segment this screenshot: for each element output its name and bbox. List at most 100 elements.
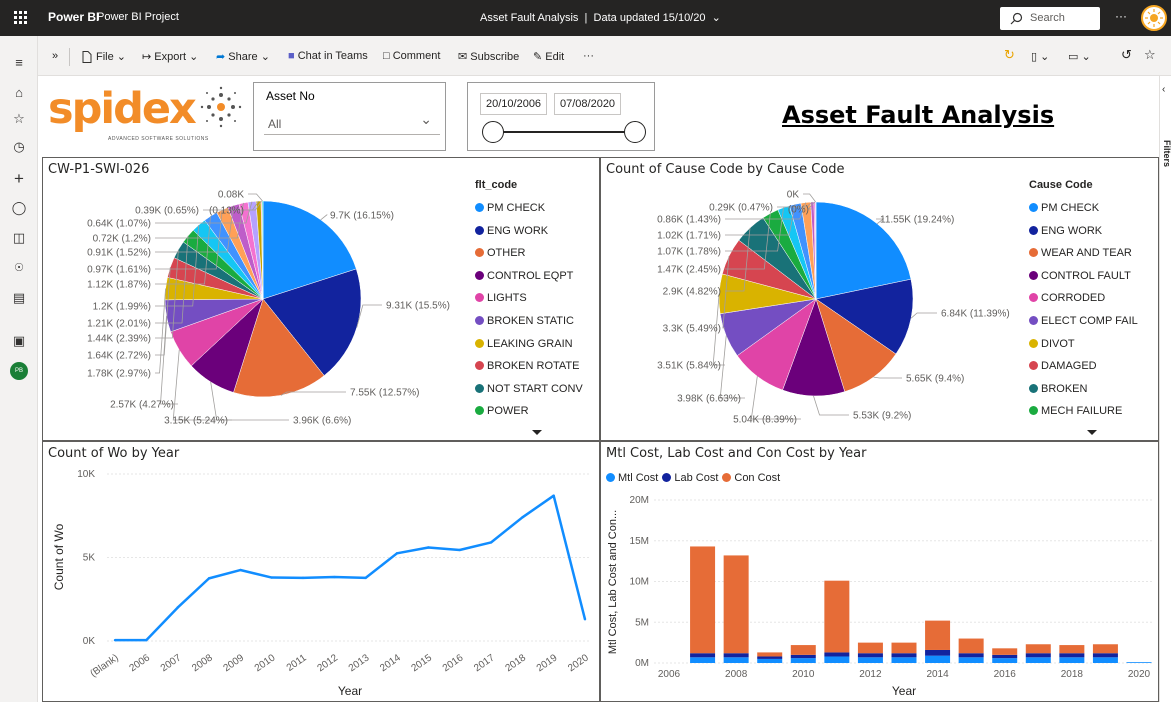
legend-item[interactable]: ENG WORK xyxy=(475,220,583,243)
toolbar-more-icon[interactable]: ··· xyxy=(583,50,594,62)
data-point xyxy=(583,618,587,621)
data-point xyxy=(427,546,430,549)
share-button[interactable]: ➦ Share ⌄ xyxy=(216,50,270,63)
shared-icon[interactable]: ☉ xyxy=(10,259,28,277)
view-menu-icon[interactable]: ▭ ⌄ xyxy=(1068,50,1091,63)
pie-data-label: 1.47K (2.45%) xyxy=(657,265,721,276)
cost-by-year-visual[interactable]: Mtl Cost, Lab Cost and Con Cost by Year … xyxy=(600,441,1159,702)
subscribe-button[interactable]: ✉ Subscribe xyxy=(458,50,519,63)
legend-marker xyxy=(1029,406,1038,416)
y-axis-title: Mtl Cost, Lab Cost and Con... xyxy=(607,510,619,654)
legend-item[interactable]: LEAKING GRAIN xyxy=(475,333,583,356)
bar-segment xyxy=(1025,644,1051,654)
apps-icon[interactable]: ◫ xyxy=(10,229,28,247)
report-title-menu[interactable]: Asset Fault Analysis | Data updated 15/1… xyxy=(480,11,721,24)
legend-scroll-down-icon[interactable] xyxy=(532,430,542,435)
legend-item[interactable]: BROKEN ROTATE xyxy=(475,355,583,378)
workspaces-icon[interactable]: ▣ xyxy=(10,332,28,350)
cause-code-pie-chart: 11.55K (19.24%) 6.84K (11.39%) 5.65K (9.4%… xyxy=(657,190,1010,426)
comment-button[interactable]: □ Comment xyxy=(383,50,440,62)
dropdown-value: All xyxy=(268,117,282,131)
home-icon[interactable]: ⌂ xyxy=(10,84,28,102)
start-date-input[interactable]: 20/10/2006 xyxy=(480,93,547,115)
pie-data-label: 5.53K (9.2%) xyxy=(853,411,911,422)
legend-item[interactable]: ENG WORK xyxy=(1029,220,1138,243)
favorites-icon[interactable]: ☆ xyxy=(10,110,28,128)
legend-item[interactable]: POWER xyxy=(475,400,583,423)
datasets-icon[interactable]: ◯ xyxy=(10,199,28,217)
company-logo: spidex ADVANCED SOFTWARE SOLUTIONS xyxy=(48,86,242,142)
pencil-icon: ✎ xyxy=(533,51,546,63)
cause-code-pie-visual[interactable]: Count of Cause Code by Cause Code 11.55K… xyxy=(600,157,1159,441)
chat-in-teams-button[interactable]: ■ Chat in Teams xyxy=(288,50,368,62)
export-menu[interactable]: ↦ Export ⌄ xyxy=(142,50,198,63)
brand-label[interactable]: Power BI xyxy=(48,10,99,24)
legend-scroll-down-icon[interactable] xyxy=(1087,430,1097,435)
legend-item[interactable]: WEAR AND TEAR xyxy=(1029,242,1138,265)
hamburger-icon[interactable]: ≡ xyxy=(10,54,28,72)
legend-item[interactable]: CONTROL EQPT xyxy=(475,265,583,288)
logo-burst-icon xyxy=(200,86,242,128)
legend-item[interactable]: MECH FAILURE xyxy=(1029,400,1138,423)
x-tick-label: 2006 xyxy=(658,669,681,680)
learn-icon[interactable]: ▤ xyxy=(10,289,28,307)
toolbar-divider xyxy=(69,48,70,66)
app-launcher-icon[interactable] xyxy=(14,11,28,25)
account-avatar[interactable] xyxy=(1141,5,1167,31)
x-axis-title: Year xyxy=(892,684,916,698)
pie-data-label: 0K xyxy=(787,190,800,201)
recent-icon[interactable]: ◷ xyxy=(10,138,28,156)
legend-item[interactable]: BROKEN xyxy=(1029,378,1138,401)
data-point xyxy=(521,516,524,519)
end-date-handle[interactable] xyxy=(624,121,646,143)
y-tick-label: 5M xyxy=(635,617,649,628)
legend-item[interactable]: PM CHECK xyxy=(1029,197,1138,220)
favorite-star-icon[interactable]: ☆ xyxy=(1144,47,1156,63)
legend-item[interactable]: CORRODED xyxy=(1029,287,1138,310)
bar-segment xyxy=(824,652,850,657)
wo-by-year-visual[interactable]: Count of Wo by Year 0K 5K 10K (Blank) 2006 20… xyxy=(42,441,600,702)
file-menu[interactable]: File ⌄ xyxy=(82,50,126,63)
pie-data-label: 1.21K (2.01%) xyxy=(87,319,151,330)
bookmark-menu-icon[interactable]: ▯ ⌄ xyxy=(1031,50,1049,63)
legend-item[interactable]: PM CHECK xyxy=(475,197,583,220)
legend-item[interactable]: LIGHTS xyxy=(475,287,583,310)
legend-item[interactable]: CONTROL FAULT xyxy=(1029,265,1138,288)
create-icon[interactable]: + xyxy=(10,170,28,188)
legend-item[interactable]: BROKEN STATIC xyxy=(475,310,583,333)
legend-item[interactable]: ELECT COMP FAIL xyxy=(1029,310,1138,333)
x-axis-title: Year xyxy=(338,684,362,698)
y-tick-label: 10K xyxy=(77,469,95,480)
cost-by-year-bar-chart: 0M 5M 10M 15M 20M 2006 2008 2010 2012 2014 2016 201… xyxy=(607,495,1154,698)
x-tick-label: 2017 xyxy=(472,652,497,674)
fault-code-pie-visual[interactable]: CW-P1-SWI-026 9.7K (16.15%) 9.31K (15.5%)… xyxy=(42,157,600,441)
reset-icon[interactable]: ↺ xyxy=(1121,47,1132,63)
data-point xyxy=(207,577,211,580)
bar-segment xyxy=(723,653,749,658)
expand-icon[interactable]: » xyxy=(52,50,58,62)
pie-data-label: 0.86K (1.43%) xyxy=(657,215,721,226)
collapse-filters-icon[interactable]: ‹ xyxy=(1162,84,1165,95)
legend-item[interactable]: OTHER xyxy=(475,242,583,265)
bar-segment xyxy=(958,653,984,658)
x-tick-label: 2012 xyxy=(859,669,882,680)
data-point xyxy=(489,541,493,544)
workspace-avatar[interactable]: PB xyxy=(10,362,28,380)
legend-item[interactable]: DIVOT xyxy=(1029,333,1138,356)
x-tick-label: 2016 xyxy=(994,669,1017,680)
start-date-handle[interactable] xyxy=(482,121,504,143)
filters-pane[interactable]: ‹ Filters xyxy=(1159,76,1171,702)
edit-button[interactable]: ✎ Edit xyxy=(533,50,564,63)
search-box[interactable]: Search xyxy=(1000,7,1100,30)
bar-segment xyxy=(1025,653,1051,658)
legend-item[interactable]: NOT START CONV xyxy=(475,378,583,401)
more-options-icon[interactable]: ··· xyxy=(1115,9,1127,23)
refresh-visuals-icon[interactable]: ↻ xyxy=(1004,47,1015,63)
bar-segment xyxy=(958,638,984,654)
end-date-input[interactable]: 07/08/2020 xyxy=(554,93,621,115)
legend-label: PM CHECK xyxy=(487,202,546,214)
asset-no-dropdown[interactable]: All ⌄ xyxy=(264,109,440,135)
bar-segment xyxy=(925,655,951,663)
workspace-label[interactable]: Power BI Project xyxy=(97,11,179,23)
legend-item[interactable]: DAMAGED xyxy=(1029,355,1138,378)
